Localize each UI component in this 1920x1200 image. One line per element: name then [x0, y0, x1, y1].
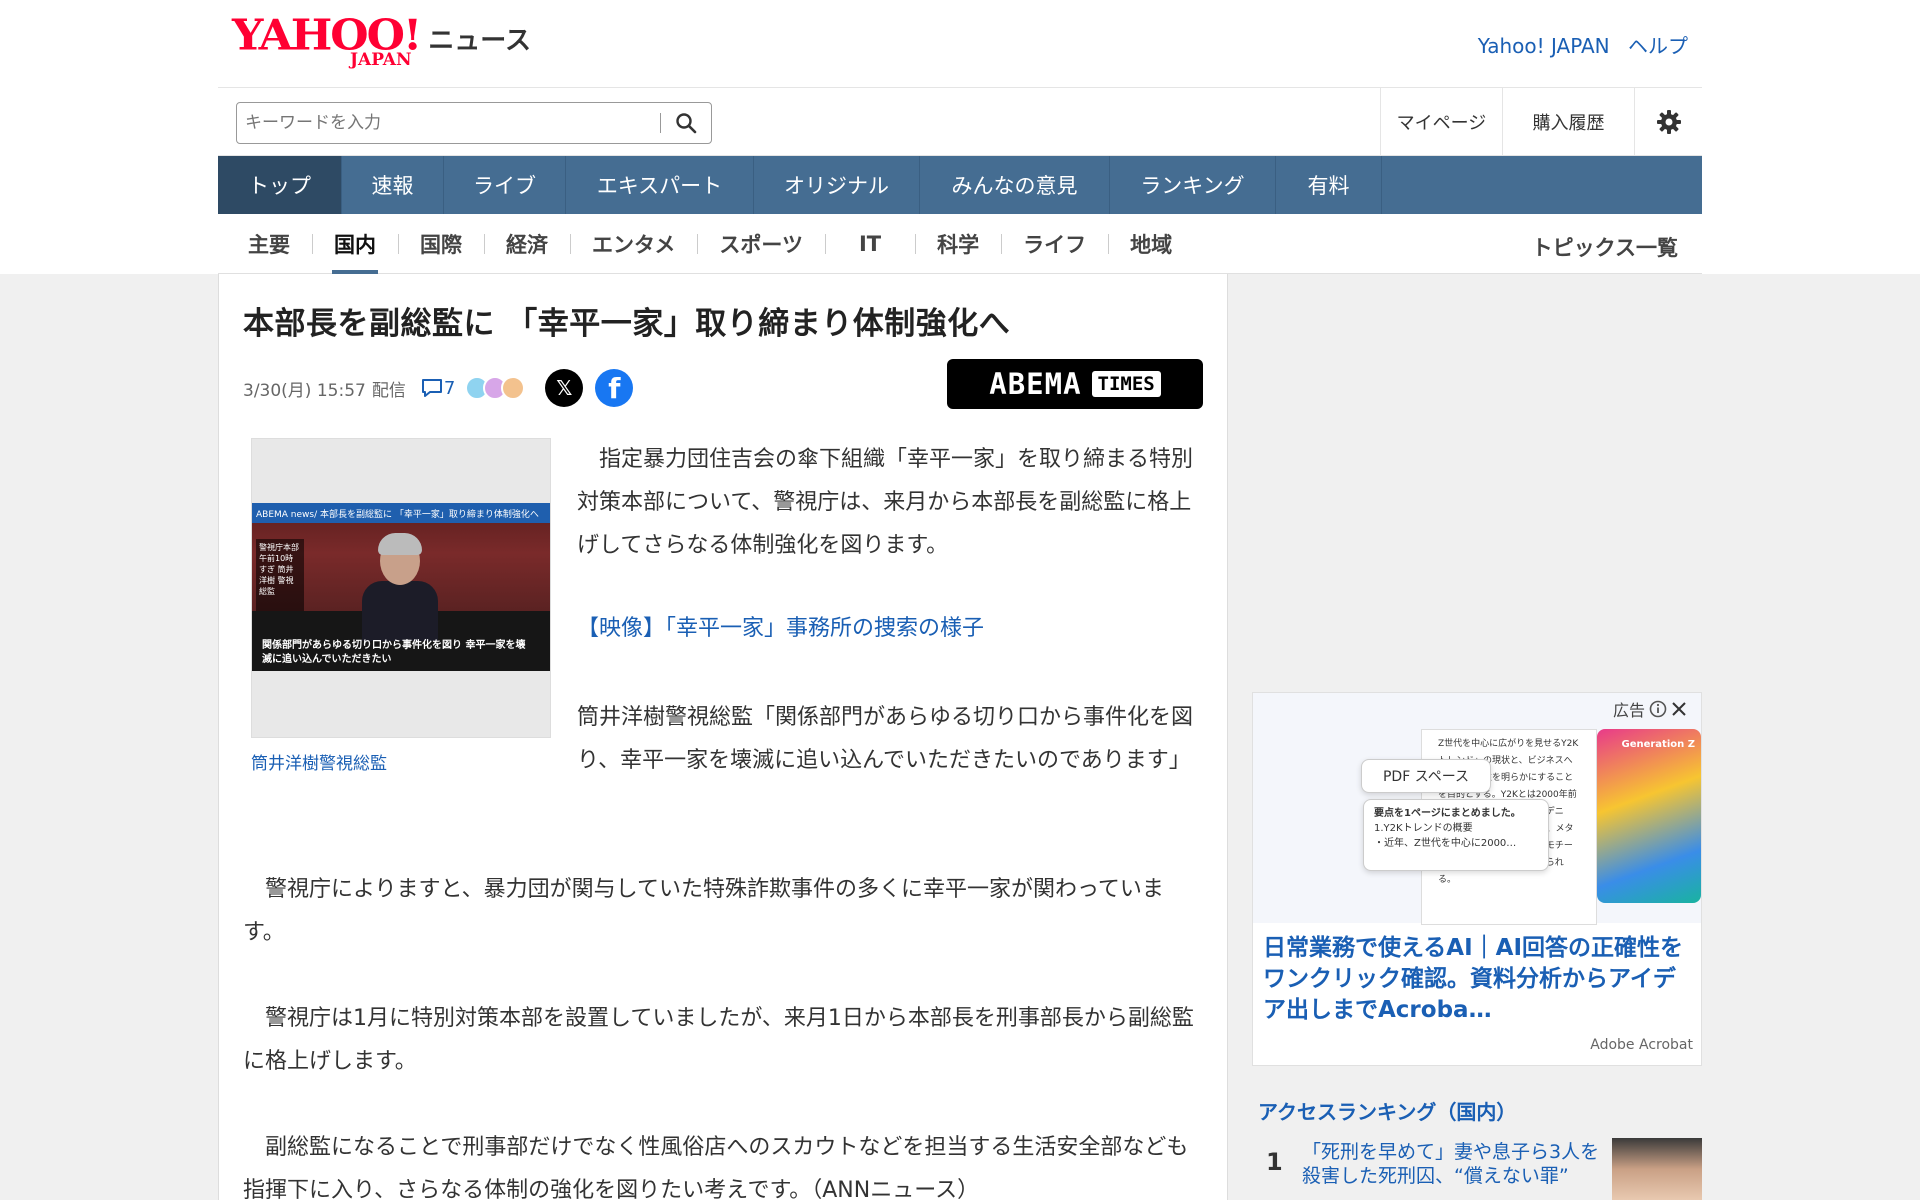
- nav-item-live[interactable]: ライブ: [444, 156, 566, 214]
- body-paragraph-2: 警視庁は1月に特別対策本部を設置していましたが、来月1日から本部長を刑事部長から…: [243, 1006, 1194, 1074]
- photo-onscreen-caption: 関係部門があらゆる切り口から事件化を図り 幸平一家を壊滅に追い込んでいただきたい: [262, 640, 526, 665]
- search-box: [236, 102, 712, 144]
- ranking-thumbnail: [1612, 1138, 1702, 1200]
- ad-info-icon[interactable]: [1649, 700, 1667, 718]
- category-main[interactable]: 主要: [218, 214, 312, 274]
- body-paragraph-1: 警視庁によりますと、暴力団が関与していた特殊詐欺事件の多くに幸平一家が関わってい…: [243, 877, 1164, 945]
- category-nav: 主要 国内 国際 経済 エンタメ スポーツ IT 科学 ライフ 地域 トピックス…: [218, 214, 1702, 274]
- abema-logo-badge: TIMES: [1091, 371, 1161, 397]
- category-it[interactable]: IT: [824, 214, 915, 274]
- topics-list-link[interactable]: トピックス一覧: [1532, 232, 1678, 262]
- reaction-face-icon: [501, 376, 526, 400]
- search-button[interactable]: [661, 104, 711, 142]
- nav-item-top[interactable]: トップ: [218, 156, 342, 214]
- abema-logo-word: ABEMA: [989, 367, 1082, 401]
- photo-title-strip: ABEMA news/ 本部長を副総監に 「幸平一家」取り締まり体制強化へ: [252, 503, 550, 523]
- logo-news-text: ニュース: [428, 26, 531, 56]
- comment-icon: [421, 379, 442, 397]
- photo-person-body: [362, 581, 438, 641]
- purchase-history-link[interactable]: 購入履歴: [1502, 88, 1634, 156]
- nav-item-paid[interactable]: 有料: [1276, 156, 1382, 214]
- search-input[interactable]: [237, 104, 660, 142]
- ad-title[interactable]: 日常業務で使えるAI｜AI回答の正確性をワンクリック確認。資料分析からアイデア出…: [1263, 933, 1693, 1026]
- ad-sponsor: Adobe Acrobat: [1590, 1037, 1693, 1053]
- nav-item-opinions[interactable]: みんなの意見: [920, 156, 1110, 214]
- reaction-faces[interactable]: [465, 376, 526, 400]
- abema-times-logo[interactable]: ABEMA TIMES: [947, 359, 1203, 409]
- comments-link[interactable]: 7: [420, 377, 455, 399]
- lead-paragraph: 指定暴力団住吉会の傘下組織「幸平一家」を取り締まる特別対策本部について、警視庁は…: [577, 447, 1194, 558]
- ad-summary-line: 1.Y2Kトレンドの概要: [1374, 823, 1473, 834]
- video-link[interactable]: 【映像】「幸平一家」事務所の捜索の様子: [577, 610, 984, 642]
- share-facebook-button[interactable]: f: [595, 369, 634, 407]
- share-x-button[interactable]: 𝕏: [545, 369, 584, 407]
- photo-image: ABEMA news/ 本部長を副総監に 「幸平一家」取り締まり体制強化へ 警視…: [252, 503, 550, 671]
- ad-cover-image: Generation Z: [1597, 729, 1701, 903]
- yahoo-news-logo[interactable]: YAHOO! JAPAN ニュース: [232, 14, 531, 70]
- ad-pdf-space-label: PDF スペース: [1382, 769, 1470, 785]
- photo-side-label: 警視庁本部 午前10時すぎ 筒井洋樹 警視総監: [256, 539, 304, 619]
- category-entertainment[interactable]: エンタメ: [570, 214, 697, 274]
- logo-japan-text: JAPAN: [350, 50, 412, 70]
- yahoo-japan-link[interactable]: Yahoo! JAPAN: [1478, 34, 1610, 58]
- ad-close-icon[interactable]: [1671, 701, 1687, 717]
- category-local[interactable]: 地域: [1108, 214, 1194, 274]
- user-links: マイページ 購入履歴: [1380, 88, 1702, 156]
- gear-icon: [1656, 110, 1681, 134]
- x-icon: 𝕏: [556, 376, 573, 400]
- category-domestic[interactable]: 国内: [312, 214, 398, 274]
- site-header: YAHOO! JAPAN ニュース Yahoo! JAPAN ヘルプ: [218, 0, 1702, 88]
- nav-item-ranking[interactable]: ランキング: [1110, 156, 1276, 214]
- category-economy[interactable]: 経済: [484, 214, 570, 274]
- facebook-icon: f: [608, 371, 621, 405]
- article-lead: 指定暴力団住吉会の傘下組織「幸平一家」を取り締まる特別対策本部について、警視庁は…: [577, 438, 1205, 567]
- comment-count: 7: [443, 377, 456, 399]
- ad-pdf-space-pill: PDF スペース: [1361, 759, 1491, 793]
- photo-person: [362, 533, 438, 641]
- article-photo[interactable]: ABEMA news/ 本部長を副総監に 「幸平一家」取り締まり体制強化へ 警視…: [251, 438, 551, 738]
- category-sports[interactable]: スポーツ: [697, 214, 825, 274]
- nav-item-breaking[interactable]: 速報: [342, 156, 444, 214]
- ad-image: Z世代を中心に広がりを見せるY2Kトレンド」の現状と、ビジネスへの活用可能性を明…: [1253, 693, 1701, 925]
- ranking-number: 1: [1266, 1148, 1283, 1176]
- category-science[interactable]: 科学: [915, 214, 1001, 274]
- article-date: 3/30(月) 15:57: [243, 380, 366, 401]
- category-international[interactable]: 国際: [398, 214, 484, 274]
- photo-person-hair: [378, 533, 422, 555]
- ad-unit[interactable]: Z世代を中心に広がりを見せるY2Kトレンド」の現状と、ビジネスへの活用可能性を明…: [1252, 692, 1702, 1066]
- article-delivery-label: 配信: [371, 380, 406, 401]
- nav-item-original[interactable]: オリジナル: [754, 156, 920, 214]
- ad-summary-line: ・近年、Z世代を中心に2000…: [1374, 838, 1517, 849]
- quote-paragraph: 筒井洋樹警視総監「関係部門があらゆる切り口から事件化を図り、幸平一家を壊滅に追い…: [577, 705, 1194, 773]
- nav-item-expert[interactable]: エキスパート: [566, 156, 754, 214]
- page-header-wrap: YAHOO! JAPAN ニュース Yahoo! JAPAN ヘルプ マイページ…: [218, 0, 1702, 274]
- ad-label[interactable]: 広告: [1613, 697, 1687, 721]
- share-buttons: 𝕏 f: [545, 369, 645, 407]
- ranking-title[interactable]: アクセスランキング（国内）: [1258, 1096, 1516, 1125]
- ad-cover-text: Generation Z: [1621, 739, 1695, 750]
- main-nav: トップ 速報 ライブ エキスパート オリジナル みんなの意見 ランキング 有料: [218, 156, 1702, 214]
- header-links: Yahoo! JAPAN ヘルプ: [1466, 30, 1688, 59]
- article: 本部長を副総監に 「幸平一家」取り締まり体制強化へ 3/30(月) 15:57 …: [218, 274, 1228, 1200]
- search-icon: [676, 113, 697, 134]
- ranking-headline[interactable]: 「死刑を早めて」妻や息子ら3人を殺害した死刑囚、“償えない罪”: [1302, 1140, 1602, 1188]
- ad-summary-box: 要点を1ページにまとめました。 1.Y2Kトレンドの概要 ・近年、Z世代を中心に…: [1363, 799, 1549, 871]
- body-paragraph-3: 副総監になることで刑事部だけでなく性風俗店へのスカウトなどを担当する生活安全部な…: [243, 1135, 1189, 1200]
- ad-label-text: 広告: [1612, 701, 1645, 720]
- article-title: 本部長を副総監に 「幸平一家」取り締まり体制強化へ: [243, 306, 1011, 342]
- ranking-item[interactable]: 1 「死刑を早めて」妻や息子ら3人を殺害した死刑囚、“償えない罪”: [1252, 1138, 1702, 1200]
- article-meta: 3/30(月) 15:57 配信 7 𝕏 f: [243, 369, 645, 407]
- help-link[interactable]: ヘルプ: [1628, 34, 1688, 58]
- ad-summary-title: 要点を1ページにまとめました。: [1374, 808, 1521, 819]
- search-bar: マイページ 購入履歴: [218, 88, 1702, 156]
- category-life[interactable]: ライフ: [1001, 214, 1108, 274]
- mypage-link[interactable]: マイページ: [1380, 88, 1502, 156]
- settings-button[interactable]: [1634, 88, 1702, 156]
- photo-caption[interactable]: 筒井洋樹警視総監: [251, 749, 387, 774]
